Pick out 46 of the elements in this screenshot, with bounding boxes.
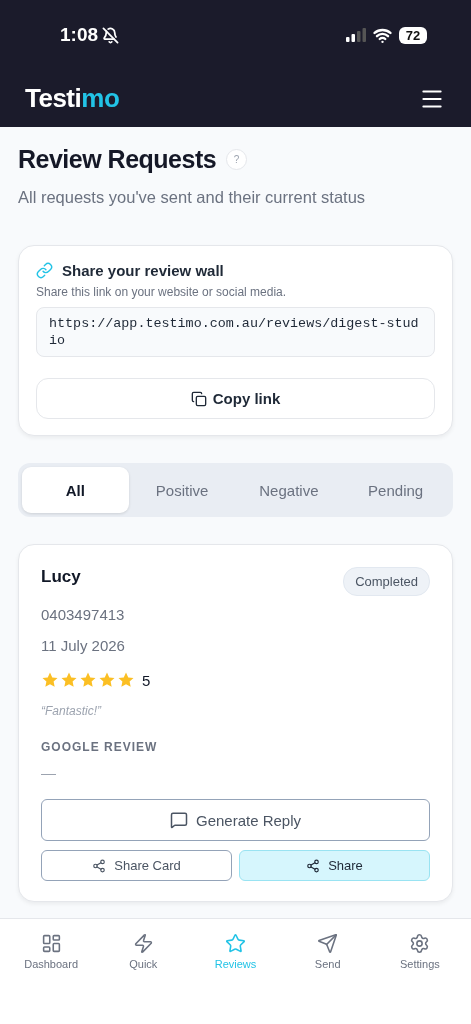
star-icon bbox=[117, 671, 135, 689]
copy-icon bbox=[190, 390, 207, 407]
filter-tab[interactable]: Negative bbox=[235, 467, 343, 513]
filter-tab[interactable]: Pending bbox=[342, 467, 449, 513]
nav-item[interactable]: Send bbox=[281, 933, 374, 970]
copy-link-button[interactable]: Copy link bbox=[36, 378, 435, 419]
star-icon bbox=[225, 933, 246, 954]
status-badge: Completed bbox=[343, 567, 430, 596]
share-card-button[interactable]: Share Card bbox=[41, 850, 232, 881]
lightning-icon bbox=[132, 933, 154, 954]
signal-icon bbox=[346, 28, 366, 42]
link-icon bbox=[36, 262, 53, 279]
rating-value: 5 bbox=[142, 671, 151, 689]
page-title: Review Requests bbox=[18, 145, 217, 174]
star-icon bbox=[98, 671, 116, 689]
star-icon bbox=[60, 671, 78, 689]
share-button[interactable]: Share bbox=[239, 850, 430, 881]
bell-off-icon bbox=[102, 26, 120, 44]
filter-tab[interactable]: Positive bbox=[128, 467, 236, 513]
phone-number: 0403497413 bbox=[41, 606, 126, 623]
customer-name: Lucy bbox=[41, 567, 81, 587]
share-description: Share this link on your website or social media. bbox=[36, 285, 288, 299]
help-button[interactable]: ? bbox=[226, 149, 248, 170]
request-date: 11 July 2026 bbox=[41, 637, 126, 654]
settings-icon bbox=[409, 933, 431, 954]
google-review-value: — bbox=[41, 764, 57, 781]
message-icon bbox=[169, 811, 188, 829]
battery-icon: 72 bbox=[399, 26, 427, 44]
star-icon bbox=[41, 671, 59, 689]
share-icon bbox=[92, 858, 107, 873]
filter-tab[interactable]: All bbox=[22, 467, 129, 513]
status-time: 1:08 bbox=[60, 24, 99, 46]
star-icon bbox=[79, 671, 97, 689]
dashboard-icon bbox=[40, 933, 62, 954]
nav-item[interactable]: Dashboard bbox=[5, 933, 98, 970]
share-icon bbox=[306, 858, 321, 873]
nav-item[interactable]: Quick bbox=[97, 933, 190, 970]
logo: Testimo bbox=[25, 83, 120, 114]
paper-plane-icon bbox=[317, 933, 339, 954]
google-review-label: GOOGLE REVIEW bbox=[41, 740, 159, 754]
nav-item[interactable]: Settings bbox=[373, 933, 466, 970]
generate-reply-button[interactable]: Generate Reply bbox=[41, 799, 430, 841]
page-subtitle: All requests you've sent and their current status bbox=[18, 188, 367, 207]
share-title: Share your review wall bbox=[62, 262, 224, 279]
link-field[interactable]: https://app.testimo.com.au/reviews/digest-studio bbox=[36, 307, 435, 357]
review-quote: “Fantastic!” bbox=[41, 704, 103, 718]
